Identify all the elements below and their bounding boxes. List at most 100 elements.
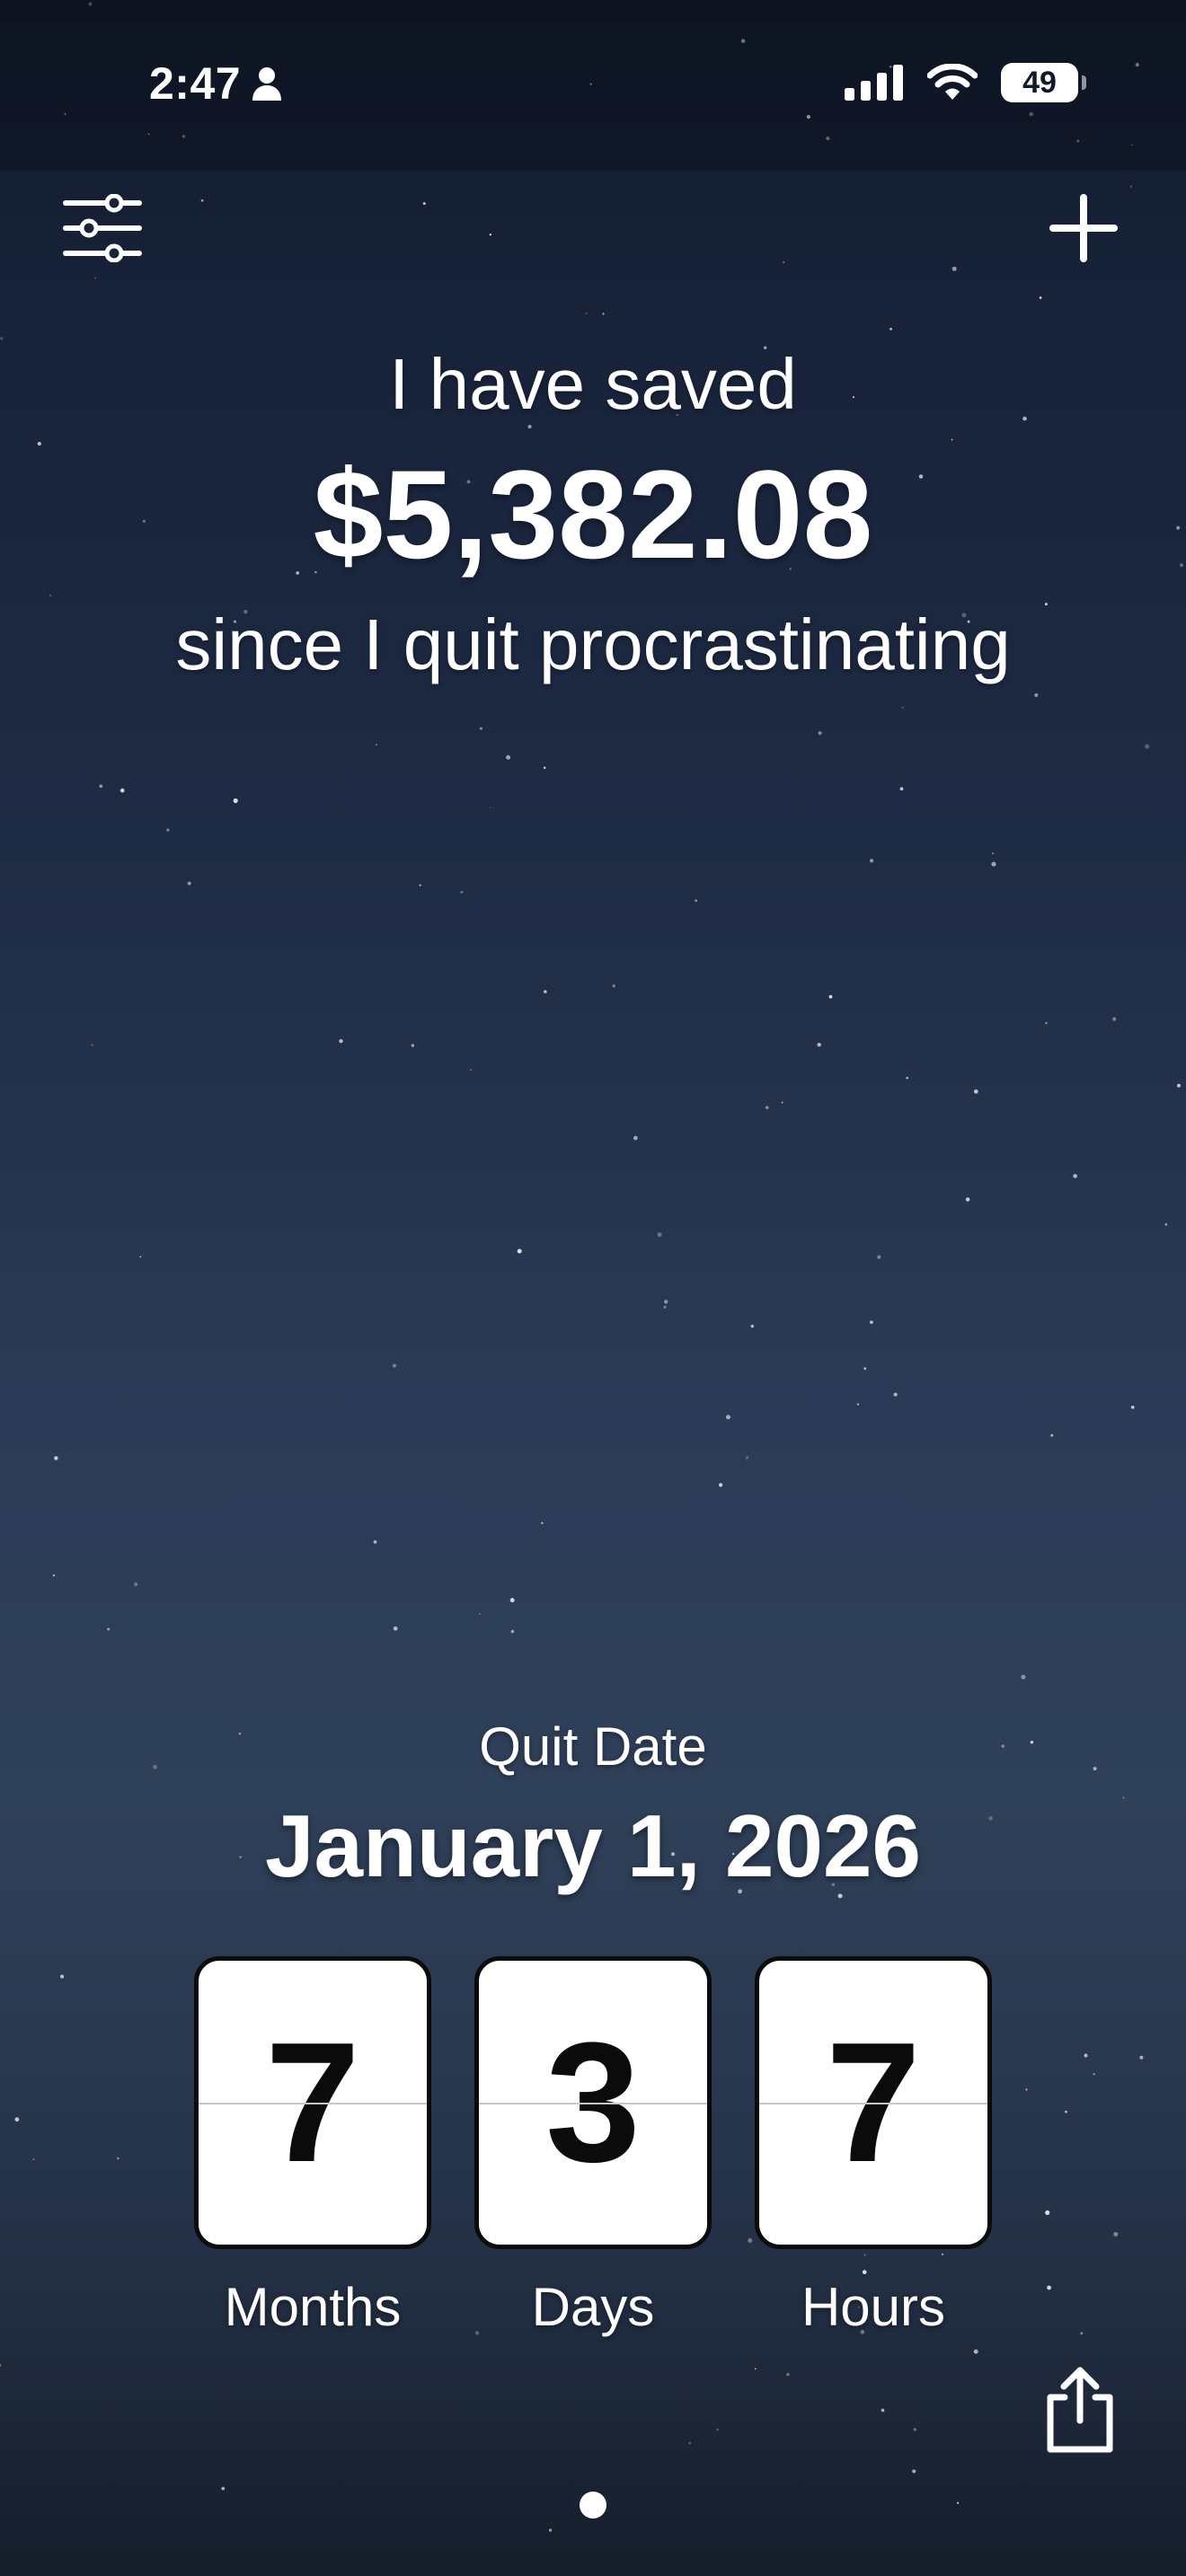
star [664,1300,668,1304]
star [419,884,421,887]
star [1021,1674,1026,1680]
star [781,1101,783,1104]
star [1145,744,1150,749]
star [107,1628,111,1631]
star [489,807,491,809]
star [1050,1434,1054,1437]
star [517,1248,522,1254]
star [612,984,615,988]
star [422,202,426,206]
star [716,2428,719,2430]
star [373,1539,377,1544]
star [828,994,833,999]
star [912,2469,916,2474]
star [543,766,546,770]
star [973,2349,978,2354]
star [746,1456,749,1460]
star [541,1522,544,1524]
star [393,1626,398,1631]
star [119,788,125,793]
star [134,1582,138,1587]
sliders-icon [63,194,142,262]
counter-days: 3 Days [471,1956,715,2339]
star [52,1574,56,1577]
quit-date-section: Quit Date January 1, 2026 [0,1707,1186,1904]
savings-prefix: I have saved [389,344,797,424]
star [510,1629,515,1634]
savings-amount: $5,382.08 [313,444,873,585]
star [585,312,588,314]
status-indicators: 49 [845,63,1086,102]
star [375,744,377,746]
star [1073,1174,1077,1178]
add-button[interactable] [1037,185,1130,271]
star [339,1038,343,1044]
days-flip-card: 3 [474,1956,712,2249]
star [200,199,204,202]
signal-icon [845,65,903,101]
star [877,1255,881,1259]
star [139,1256,142,1258]
status-bar: 2:47 49 [0,0,1186,171]
star [783,260,785,264]
star [818,731,822,736]
settings-button[interactable] [56,185,149,271]
star [951,266,957,271]
counter-hours: 7 Hours [751,1956,996,2339]
counter-months: 7 Months [190,1956,435,2339]
star [99,784,103,789]
star [221,2486,226,2491]
status-time-text: 2:47 [149,58,242,109]
star [786,2372,790,2377]
elapsed-counters: 7 Months 3 Days 7 Hours [0,1956,1186,2339]
battery-icon: 49 [1001,63,1086,102]
star [460,890,464,894]
star [992,852,995,855]
star [695,899,698,903]
star [663,1305,667,1309]
star [166,828,170,832]
star [91,1044,93,1046]
days-value: 3 [545,2007,641,2198]
star [869,859,874,863]
star [0,2364,2,2367]
star [657,1232,662,1238]
star [869,1320,873,1325]
star [754,2368,757,2370]
star [881,2408,885,2413]
star [965,1197,970,1202]
star [765,1106,769,1109]
savings-suffix: since I quit procrastinating [175,604,1011,684]
star [750,1324,755,1328]
star [973,1089,978,1094]
star [548,2528,553,2532]
star [94,277,96,279]
hours-flip-card: 7 [755,1956,992,2249]
page-indicator-dot[interactable] [580,2492,606,2519]
plus-icon [1049,194,1118,262]
share-button[interactable] [1035,2360,1125,2459]
months-value: 7 [265,2007,360,2198]
quit-date-label: Quit Date [479,1716,707,1777]
star [1112,1017,1117,1021]
star [489,233,492,236]
star [544,990,547,993]
months-flip-card: 7 [194,1956,431,2249]
savings-summary: I have saved $5,382.08 since I quit proc… [0,331,1186,699]
star [233,798,238,804]
star [1039,296,1042,299]
days-label: Days [531,2277,655,2337]
star [899,787,904,791]
star [633,1135,638,1141]
star [991,861,996,867]
star [906,1076,908,1080]
star [506,754,511,760]
star [718,1483,723,1487]
star [1045,1021,1048,1025]
battery-level: 49 [1022,65,1057,100]
wifi-icon [927,64,978,100]
person-icon [252,67,282,101]
star [688,2441,692,2445]
star [509,1598,515,1603]
star [913,2428,916,2431]
